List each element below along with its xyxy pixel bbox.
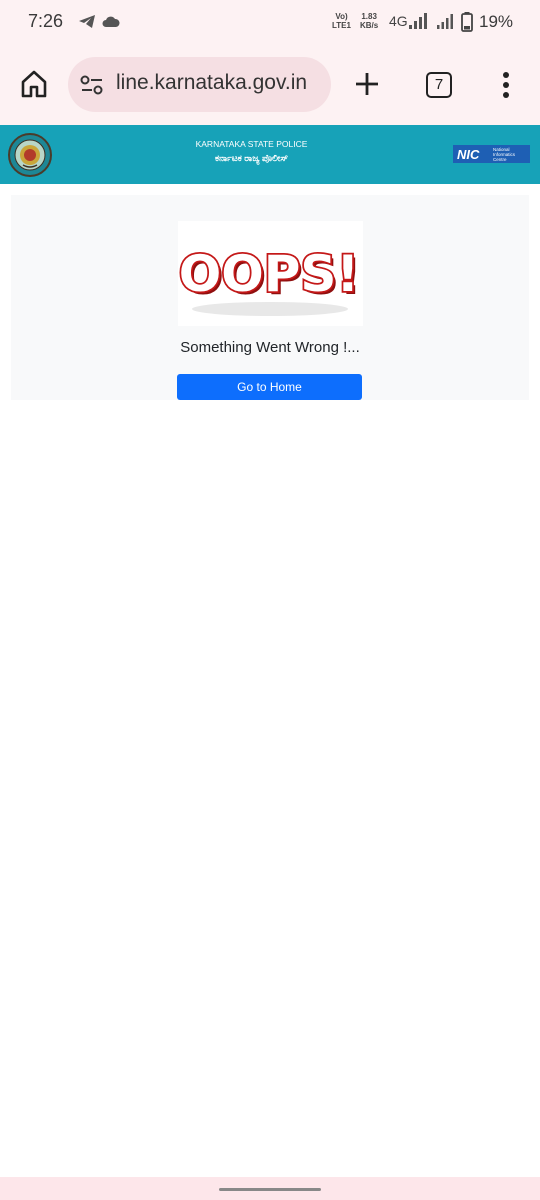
- new-tab-button[interactable]: [353, 70, 381, 98]
- plus-icon: [353, 73, 381, 102]
- tune-icon[interactable]: [79, 74, 105, 101]
- error-card: OOPS! OOPS! Something Went Wrong !... Go…: [11, 195, 529, 400]
- nic-logo: NIC National Informatics Centre: [453, 145, 530, 163]
- cloud-icon: [102, 15, 120, 33]
- oops-image: OOPS! OOPS!: [178, 221, 363, 326]
- go-to-home-button[interactable]: Go to Home: [177, 374, 362, 400]
- oops-text: OOPS!: [179, 245, 359, 303]
- battery-icon: [461, 12, 473, 37]
- speed-unit: KB/s: [360, 21, 379, 30]
- signal-icon-secondary: [436, 13, 454, 35]
- more-vert-icon: [502, 72, 510, 103]
- telegram-icon: [78, 14, 96, 34]
- browser-toolbar: line.karnataka.gov.in 7: [0, 44, 540, 126]
- site-title-english: KARNATAKA STATE POLICE: [195, 139, 308, 149]
- status-time: 7:26: [28, 11, 64, 31]
- volte-line-2: LTE1: [332, 21, 351, 30]
- karnataka-police-emblem-icon: [7, 133, 53, 182]
- tab-switcher-button[interactable]: 7: [426, 72, 452, 98]
- signal-icon: [408, 13, 428, 35]
- gesture-navigation-bar: [0, 1177, 540, 1200]
- volte-indicator: Vo) LTE1: [332, 12, 351, 30]
- home-button[interactable]: [18, 68, 50, 100]
- url-text[interactable]: line.karnataka.gov.in: [116, 71, 326, 95]
- address-bar[interactable]: line.karnataka.gov.in: [68, 57, 331, 112]
- error-message: Something Went Wrong !...: [180, 339, 360, 356]
- volte-line-1: Vo): [335, 12, 348, 21]
- nic-logo-text: NIC: [457, 147, 480, 162]
- network-type: 4G: [389, 13, 408, 29]
- battery-percentage: 19%: [479, 12, 514, 31]
- nic-caption-3: Centre: [493, 157, 507, 162]
- status-bar: 7:26 Vo) LTE1 1.83 KB/s 4G 19%: [0, 0, 540, 44]
- more-options-button[interactable]: [502, 71, 510, 99]
- gesture-handle[interactable]: [219, 1188, 321, 1191]
- network-speed: 1.83 KB/s: [360, 12, 378, 30]
- home-icon: [18, 70, 50, 104]
- site-title-kannada: ಕರ್ನಾಟಕ ರಾಜ್ಯ ಪೊಲೀಸ್: [214, 153, 289, 163]
- speed-value: 1.83: [361, 12, 377, 21]
